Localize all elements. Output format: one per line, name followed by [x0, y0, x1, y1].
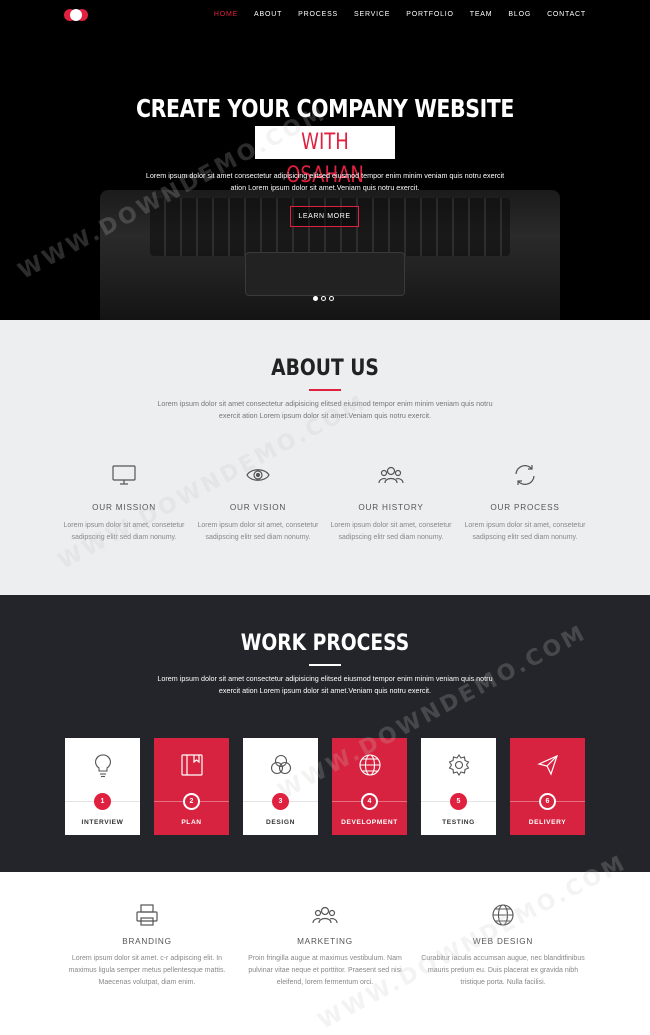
step-number: 1 — [94, 793, 111, 810]
service-title: BRANDING — [122, 937, 172, 946]
feature-mission: OUR MISSION Lorem ipsum dolor sit amet, … — [59, 462, 189, 544]
about-section: ABOUT US Lorem ipsum dolor sit amet cons… — [0, 320, 650, 595]
work-divider — [309, 664, 341, 666]
feature-text: Lorem ipsum dolor sit amet, consetetur s… — [63, 522, 185, 541]
globe-icon — [359, 754, 381, 776]
step-number: 5 — [450, 793, 467, 810]
learn-more-button[interactable]: LEARN MORE — [290, 206, 359, 227]
slider-dot-2[interactable] — [321, 296, 326, 301]
work-title: WORK PROCESS — [240, 631, 410, 656]
work-text: Lorem ipsum dolor sit amet consectetur a… — [157, 674, 493, 695]
process-card-testing[interactable]: 5 TESTING — [421, 738, 496, 835]
slider-dot-1[interactable] — [313, 296, 318, 301]
step-label: INTERVIEW — [81, 819, 124, 826]
printer-icon — [136, 904, 158, 926]
nav-blog[interactable]: BLOG — [508, 11, 531, 18]
work-process-section: WORK PROCESS Lorem ipsum dolor sit amet … — [0, 595, 650, 872]
circles-icon — [270, 754, 292, 775]
process-card-development[interactable]: 4 DEVELOPMENT — [332, 738, 407, 835]
service-marketing: MARKETING Proin fringilla augue at maxim… — [240, 902, 410, 989]
feature-text: Lorem ipsum dolor sit amet, consetetur s… — [464, 522, 586, 541]
refresh-icon — [515, 465, 535, 485]
nav-team[interactable]: TEAM — [470, 11, 493, 18]
feature-title: OUR PROCESS — [490, 503, 560, 512]
step-label: DEVELOPMENT — [341, 819, 398, 826]
nav-contact[interactable]: CONTACT — [547, 11, 586, 18]
feature-history: OUR HISTORY Lorem ipsum dolor sit amet, … — [326, 462, 456, 544]
monitor-icon — [112, 465, 136, 485]
services-section: BRANDING Lorem ipsum dolor sit amet. c-r… — [0, 872, 650, 1035]
nav-process[interactable]: PROCESS — [298, 11, 338, 18]
service-text: Proin fringilla augue at maximus vestibu… — [248, 955, 402, 986]
feature-process: OUR PROCESS Lorem ipsum dolor sit amet, … — [460, 462, 590, 544]
process-card-delivery[interactable]: 6 DELIVERY — [510, 738, 585, 835]
globe-icon — [492, 904, 514, 926]
hero-trackpad — [245, 252, 405, 296]
nav-about[interactable]: ABOUT — [254, 11, 282, 18]
step-label: DELIVERY — [528, 819, 567, 826]
step-number: 6 — [539, 793, 556, 810]
hero-text: Lorem ipsum dolor sit amet consectetur a… — [145, 171, 505, 192]
nav-service[interactable]: SERVICE — [354, 11, 390, 18]
hero-title: CREATE YOUR COMPANY WEBSITE — [136, 94, 514, 123]
feature-title: OUR HISTORY — [358, 503, 424, 512]
feature-text: Lorem ipsum dolor sit amet, consetetur s… — [197, 522, 319, 541]
slider-dot-3[interactable] — [329, 296, 334, 301]
nav-portfolio[interactable]: PORTFOLIO — [406, 11, 454, 18]
eye-icon — [246, 469, 270, 481]
step-number: 2 — [183, 793, 200, 810]
process-card-interview[interactable]: 1 INTERVIEW — [65, 738, 140, 835]
step-number: 3 — [272, 793, 289, 810]
users-icon — [378, 466, 404, 484]
paper-plane-icon — [537, 754, 558, 776]
gear-icon — [448, 754, 470, 776]
about-title: ABOUT US — [271, 356, 379, 381]
about-text: Lorem ipsum dolor sit amet consectetur a… — [157, 399, 493, 420]
step-number: 4 — [361, 793, 378, 810]
main-nav: HOME ABOUT PROCESS SERVICE PORTFOLIO TEA… — [198, 11, 586, 18]
hero-section: HOME ABOUT PROCESS SERVICE PORTFOLIO TEA… — [0, 0, 650, 320]
service-text: Lorem ipsum dolor sit amet. c-r adipisci… — [68, 955, 226, 986]
lightbulb-icon — [95, 754, 111, 778]
process-card-design[interactable]: 3 DESIGN — [243, 738, 318, 835]
hero-highlight-box: WITH OSAHAN — [255, 126, 395, 188]
service-web-design: WEB DESIGN Curabitur iaculis accumsan au… — [418, 902, 588, 989]
nav-home[interactable]: HOME — [214, 11, 238, 18]
service-title: WEB DESIGN — [472, 937, 534, 946]
feature-vision: OUR VISION Lorem ipsum dolor sit amet, c… — [193, 462, 323, 544]
step-label: DESIGN — [266, 819, 295, 826]
book-icon — [181, 754, 203, 776]
logo[interactable] — [64, 9, 90, 21]
feature-title: OUR MISSION — [92, 503, 156, 512]
slider-dots — [313, 296, 334, 301]
service-title: MARKETING — [297, 937, 353, 946]
service-branding: BRANDING Lorem ipsum dolor sit amet. c-r… — [62, 902, 232, 989]
feature-title: OUR VISION — [229, 503, 287, 512]
step-label: PLAN — [181, 819, 202, 826]
about-divider — [309, 389, 341, 391]
users-icon — [312, 906, 338, 924]
feature-text: Lorem ipsum dolor sit amet, consetetur s… — [330, 522, 452, 541]
process-card-plan[interactable]: 2 PLAN — [154, 738, 229, 835]
step-label: TESTING — [442, 819, 475, 826]
service-text: Curabitur iaculis accumsan augue, nec bl… — [421, 955, 585, 986]
